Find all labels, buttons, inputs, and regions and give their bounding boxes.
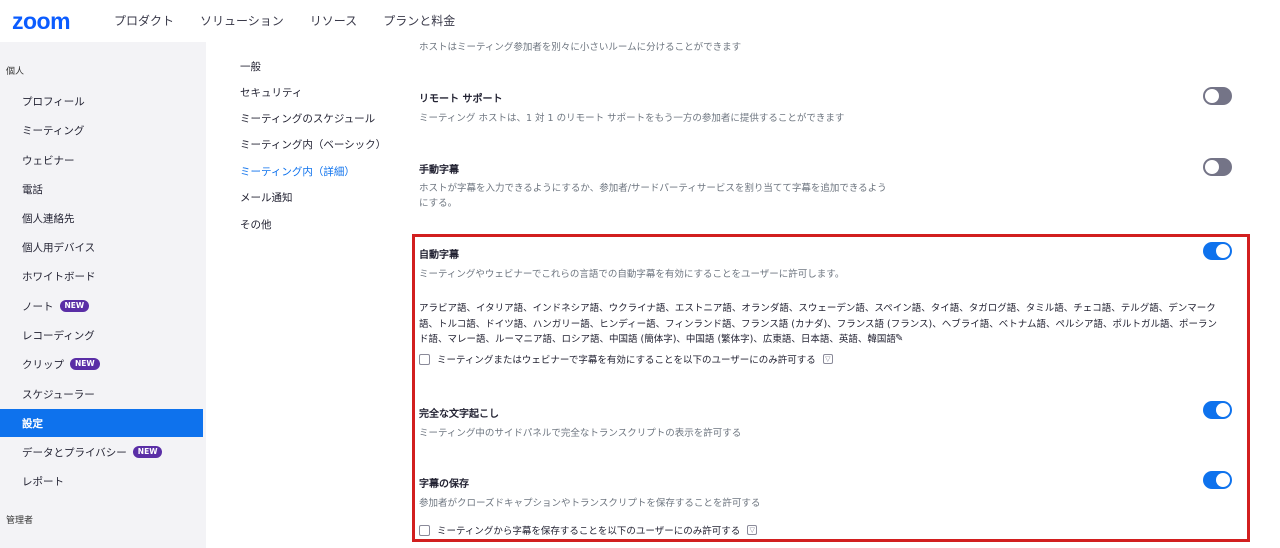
subnav-general[interactable]: 一般 <box>240 59 261 74</box>
sidebar-item-reports[interactable]: レポート <box>0 467 203 495</box>
subnav-in-meeting-advanced[interactable]: ミーティング内（詳細） <box>240 164 355 179</box>
sidebar-item-label: 電話 <box>22 183 43 196</box>
left-sidebar: 個人 プロフィール ミーティング ウェビナー 電話 個人連絡先 個人用デバイス … <box>0 42 206 548</box>
new-badge: NEW <box>59 300 90 312</box>
sidebar-item-label: データとプライバシー <box>22 446 127 459</box>
sidebar-item-devices[interactable]: 個人用デバイス <box>0 233 203 261</box>
subnav-scheduling[interactable]: ミーティングのスケジュール <box>240 111 375 126</box>
sidebar-item-label: ホワイトボード <box>22 270 96 283</box>
sidebar-item-label: ウェビナー <box>22 154 75 167</box>
sidebar-item-clips[interactable]: クリップ NEW <box>0 350 203 378</box>
subnav-email-notifications[interactable]: メール通知 <box>240 190 293 205</box>
manual-captions-desc-line2: にする。 <box>419 198 458 209</box>
sidebar-item-label: 設定 <box>22 417 43 430</box>
sidebar-item-meetings[interactable]: ミーティング <box>0 116 203 144</box>
new-badge: NEW <box>132 446 163 458</box>
sidebar-item-recordings[interactable]: レコーディング <box>0 321 203 349</box>
nav-products[interactable]: プロダクト <box>114 12 174 29</box>
manual-captions-desc-line1: ホストが字幕を入力できるようにするか、参加者/サードパーティサービスを割り当てて… <box>419 183 887 194</box>
sidebar-item-whiteboards[interactable]: ホワイトボード <box>0 262 203 290</box>
top-navigation: zoom プロダクト ソリューション リソース プランと料金 <box>0 0 1280 42</box>
sidebar-item-webinars[interactable]: ウェビナー <box>0 146 203 174</box>
sidebar-item-contacts[interactable]: 個人連絡先 <box>0 204 203 232</box>
sidebar-item-label: 個人用デバイス <box>22 241 96 254</box>
sidebar-item-settings[interactable]: 設定 <box>0 409 203 437</box>
breakout-room-desc: ホストはミーティング参加者を別々に小さいルームに分けることができます <box>419 42 742 53</box>
highlight-annotation-box <box>412 234 1250 542</box>
sidebar-item-label: レコーディング <box>22 329 95 342</box>
sidebar-item-label: ミーティング <box>22 124 85 137</box>
subnav-security[interactable]: セキュリティ <box>240 85 302 100</box>
remote-support-desc: ミーティング ホストは、1 対 1 のリモート サポートをもう一方の参加者に提供… <box>419 113 845 124</box>
toggle-knob <box>1205 160 1219 174</box>
sidebar-item-phone[interactable]: 電話 <box>0 175 203 203</box>
sidebar-section-admin: 管理者 <box>6 516 34 526</box>
new-badge: NEW <box>70 358 100 370</box>
sidebar-item-label: クリップ <box>22 358 64 371</box>
subnav-other[interactable]: その他 <box>240 217 272 232</box>
remote-support-toggle[interactable] <box>1203 87 1232 105</box>
zoom-logo[interactable]: zoom <box>12 8 71 35</box>
sidebar-item-label: レポート <box>22 475 64 488</box>
nav-plans-pricing[interactable]: プランと料金 <box>383 12 455 29</box>
manual-captions-title: 手動字幕 <box>419 165 459 176</box>
main-nav: プロダクト ソリューション リソース プランと料金 <box>114 12 481 29</box>
toggle-knob <box>1205 89 1219 103</box>
remote-support-title: リモート サポート <box>419 94 503 105</box>
manual-captions-toggle[interactable] <box>1203 158 1232 176</box>
sidebar-item-label: ノート <box>22 300 54 313</box>
nav-resources[interactable]: リソース <box>310 12 357 29</box>
subnav-in-meeting-basic[interactable]: ミーティング内（ベーシック） <box>240 137 386 152</box>
nav-solutions[interactable]: ソリューション <box>200 12 284 29</box>
sidebar-item-label: プロフィール <box>22 95 85 108</box>
sidebar-section-personal: 個人 <box>6 67 25 77</box>
sidebar-item-scheduler[interactable]: スケジューラー <box>0 380 203 408</box>
sidebar-item-label: 個人連絡先 <box>22 212 75 225</box>
sidebar-item-notes[interactable]: ノート NEW <box>0 292 203 320</box>
sidebar-item-label: スケジューラー <box>22 388 95 401</box>
sidebar-item-profile[interactable]: プロフィール <box>0 87 203 115</box>
sidebar-item-data-privacy[interactable]: データとプライバシー NEW <box>0 438 203 466</box>
